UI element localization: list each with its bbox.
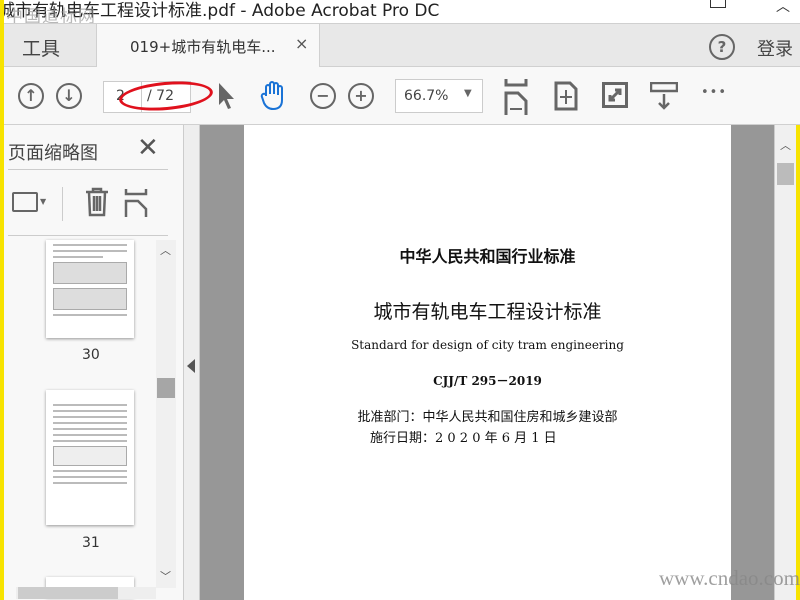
title-bar: 城市有轨电车工程设计标准.pdf - Adobe Acrobat Pro DC … [4, 0, 800, 24]
zoom-select[interactable]: 66.7% ▼ [395, 79, 483, 113]
login-button[interactable]: 登录 [757, 35, 793, 61]
next-page-icon[interactable]: ↓ [56, 83, 82, 109]
document-scrollbar[interactable]: ︿ [774, 125, 796, 600]
panel-title: 页面缩略图 [8, 143, 98, 164]
thumbnails-panel: 页面缩略图 ✕ ▼ 30 31 ︿ ﹀ [4, 125, 184, 600]
chevron-down-icon[interactable]: ▼ [40, 197, 46, 206]
insert-page-icon[interactable] [124, 189, 148, 217]
tab-tools[interactable]: 工具 [22, 34, 60, 61]
divider [8, 235, 168, 236]
doc-effective-date: 施行日期：2 0 2 0 年 6 月 1 日 [370, 431, 557, 446]
doc-code: CJJ/T 295－2019 [433, 374, 542, 388]
thumbnail-options-icon[interactable] [12, 192, 38, 212]
chevron-down-icon: ▼ [464, 88, 472, 99]
toolbar: ↑ ↓ 2 / 72 − + 66.7% ▼ ••• [4, 67, 800, 125]
hand-tool-icon[interactable] [260, 80, 288, 112]
previous-page-icon[interactable]: ↑ [18, 83, 44, 109]
scrollbar-thumb[interactable] [777, 163, 794, 185]
watermark-logo: 中国道标网 [6, 7, 96, 24]
tab-document-label: 019+城市有轨电车... [130, 38, 276, 56]
collapse-panel-icon[interactable] [187, 359, 195, 373]
zoom-value: 66.7% [404, 88, 449, 104]
delete-icon[interactable] [84, 187, 110, 217]
page-thumbnail-30[interactable] [46, 240, 134, 338]
tab-document[interactable]: 019+城市有轨电车... × [96, 24, 320, 67]
page-number-label: 31 [82, 535, 100, 551]
document-view: 中华人民共和国行业标准 城市有轨电车工程设计标准 Standard for de… [200, 125, 774, 600]
maximize-icon[interactable] [710, 0, 726, 8]
fit-width-icon[interactable] [504, 79, 528, 115]
scroll-up-icon[interactable]: ︿ [780, 137, 791, 153]
page-number-label: 30 [82, 347, 100, 363]
thumbnail-scrollbar[interactable]: ︿ ﹀ [156, 240, 176, 588]
doc-english-title: Standard for design of city tram enginee… [351, 338, 624, 352]
doc-approver: 批准部门：中华人民共和国住房和城乡建设部 [357, 410, 618, 425]
pdf-page: 中华人民共和国行业标准 城市有轨电车工程设计标准 Standard for de… [244, 125, 731, 600]
chevron-up-icon[interactable]: ︿ [776, 0, 790, 16]
select-cursor-icon[interactable] [216, 81, 236, 111]
divider [8, 169, 168, 170]
horizontal-scrollbar[interactable] [16, 587, 156, 599]
read-mode-icon[interactable] [650, 82, 678, 110]
divider [62, 187, 63, 221]
doc-category: 中华人民共和国行业标准 [399, 247, 576, 266]
page-thumbnail-31[interactable] [46, 390, 134, 525]
scroll-up-icon[interactable]: ︿ [160, 242, 171, 258]
scrollbar-thumb[interactable] [157, 378, 175, 398]
help-icon[interactable]: ? [709, 34, 735, 60]
footer-watermark: www.cndao.com [659, 566, 800, 590]
zoom-out-icon[interactable]: − [310, 83, 336, 109]
zoom-in-icon[interactable]: + [348, 83, 374, 109]
doc-title: 城市有轨电车工程设计标准 [373, 301, 602, 323]
scroll-down-icon[interactable]: ﹀ [160, 568, 171, 584]
tab-bar: 工具 019+城市有轨电车... × ? 登录 [4, 24, 800, 67]
fit-page-icon[interactable] [554, 81, 578, 111]
panel-splitter[interactable] [184, 125, 200, 600]
full-screen-icon[interactable] [602, 82, 628, 108]
close-panel-icon[interactable]: ✕ [137, 133, 159, 163]
close-tab-icon[interactable]: × [295, 34, 308, 53]
more-tools-icon[interactable]: ••• [701, 85, 727, 100]
